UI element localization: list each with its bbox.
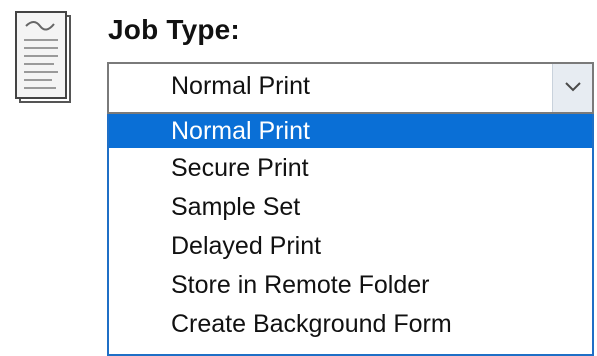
job-type-selected-value: Normal Print <box>171 72 310 100</box>
job-type-select[interactable]: Normal Print <box>107 62 594 114</box>
option-store-in-remote-folder[interactable]: Store in Remote Folder <box>109 268 592 302</box>
option-delayed-print[interactable]: Delayed Print <box>109 229 592 263</box>
dropdown-toggle-button[interactable] <box>552 64 592 112</box>
chevron-down-icon <box>565 82 581 92</box>
option-create-background-form[interactable]: Create Background Form <box>109 307 592 341</box>
option-sample-set[interactable]: Sample Set <box>109 190 592 224</box>
job-type-label: Job Type: <box>108 14 240 45</box>
option-secure-print[interactable]: Secure Print <box>109 151 592 185</box>
job-type-panel: Job Type: Normal Print Normal Print Secu… <box>0 0 597 356</box>
job-type-options-list: Normal Print Secure Print Sample Set Del… <box>107 114 594 356</box>
document-icon <box>14 8 76 108</box>
option-normal-print[interactable]: Normal Print <box>109 114 592 148</box>
